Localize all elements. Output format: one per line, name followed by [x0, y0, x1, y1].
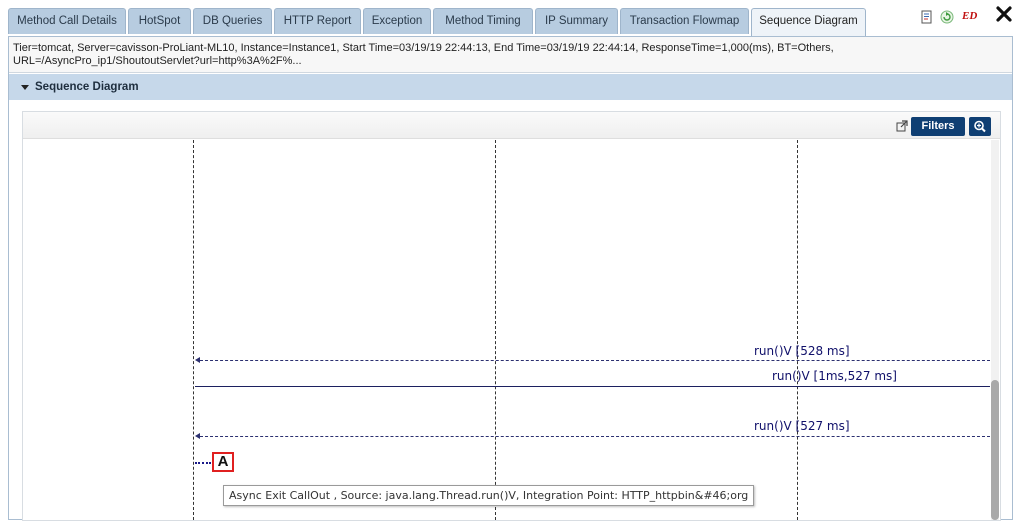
lifeline: [797, 140, 798, 520]
ed-icon[interactable]: ED: [962, 10, 977, 22]
tab-exception[interactable]: Exception: [363, 8, 431, 34]
refresh-icon[interactable]: [940, 10, 954, 24]
external-link-icon[interactable]: [896, 120, 908, 132]
sequence-diagram-section-header[interactable]: Sequence Diagram: [9, 74, 1012, 100]
vertical-scrollbar[interactable]: [991, 140, 999, 520]
collapse-caret-icon[interactable]: [21, 85, 29, 90]
lifeline: [193, 140, 194, 520]
return-message-line: [200, 360, 990, 361]
tab-method-call-details[interactable]: Method Call Details: [8, 8, 126, 34]
async-exit-marker[interactable]: A: [212, 452, 234, 472]
message-label: run()V [527 ms]: [754, 419, 850, 433]
message-label: run()V [528 ms]: [754, 344, 850, 358]
app-window: Method Call Details HotSpot DB Queries H…: [0, 0, 1019, 523]
transaction-info-bar: Tier=tomcat, Server=cavisson-ProLiant-ML…: [9, 37, 1012, 73]
zoom-button[interactable]: [969, 117, 991, 136]
return-message-line: [200, 436, 990, 437]
tab-method-timing[interactable]: Method Timing: [433, 8, 533, 34]
transaction-info-line1: Tier=tomcat, Server=cavisson-ProLiant-ML…: [13, 42, 834, 54]
filters-button[interactable]: Filters: [911, 117, 965, 136]
scrollbar-thumb[interactable]: [991, 380, 999, 520]
message-label: run()V [1ms,527 ms]: [772, 369, 897, 383]
tab-bar: Method Call Details HotSpot DB Queries H…: [0, 0, 1019, 37]
sequence-diagram-canvas: run()V [528 ms] run()V [1ms,527 ms] run(…: [23, 140, 1000, 520]
async-callout-tooltip: Async Exit CallOut , Source: java.lang.T…: [223, 485, 755, 506]
arrowhead-icon: [195, 433, 200, 439]
tab-db-queries[interactable]: DB Queries: [193, 8, 272, 34]
tab-sequence-diagram[interactable]: Sequence Diagram: [751, 8, 866, 36]
tab-ip-summary[interactable]: IP Summary: [535, 8, 618, 34]
document-icon[interactable]: [920, 10, 934, 24]
section-title: Sequence Diagram: [35, 81, 139, 93]
main-panel: Tier=tomcat, Server=cavisson-ProLiant-ML…: [8, 36, 1013, 521]
transaction-info-line2: URL=/AsyncPro_ip1/ShoutoutServlet?url=ht…: [13, 55, 302, 67]
diagram-container: Filters run()V [528 ms] run()V [1ms,527 …: [22, 111, 1001, 521]
tab-transaction-flowmap[interactable]: Transaction Flowmap: [620, 8, 749, 34]
tab-hotspot[interactable]: HotSpot: [128, 8, 191, 34]
lifeline: [495, 140, 496, 520]
zoom-in-icon: [974, 120, 986, 133]
async-callout-line: [195, 462, 211, 464]
diagram-toolbar: Filters: [23, 112, 1000, 139]
call-message-line: [195, 386, 990, 387]
arrowhead-icon: [195, 357, 200, 363]
tab-http-report[interactable]: HTTP Report: [274, 8, 361, 34]
close-icon[interactable]: [996, 6, 1012, 22]
